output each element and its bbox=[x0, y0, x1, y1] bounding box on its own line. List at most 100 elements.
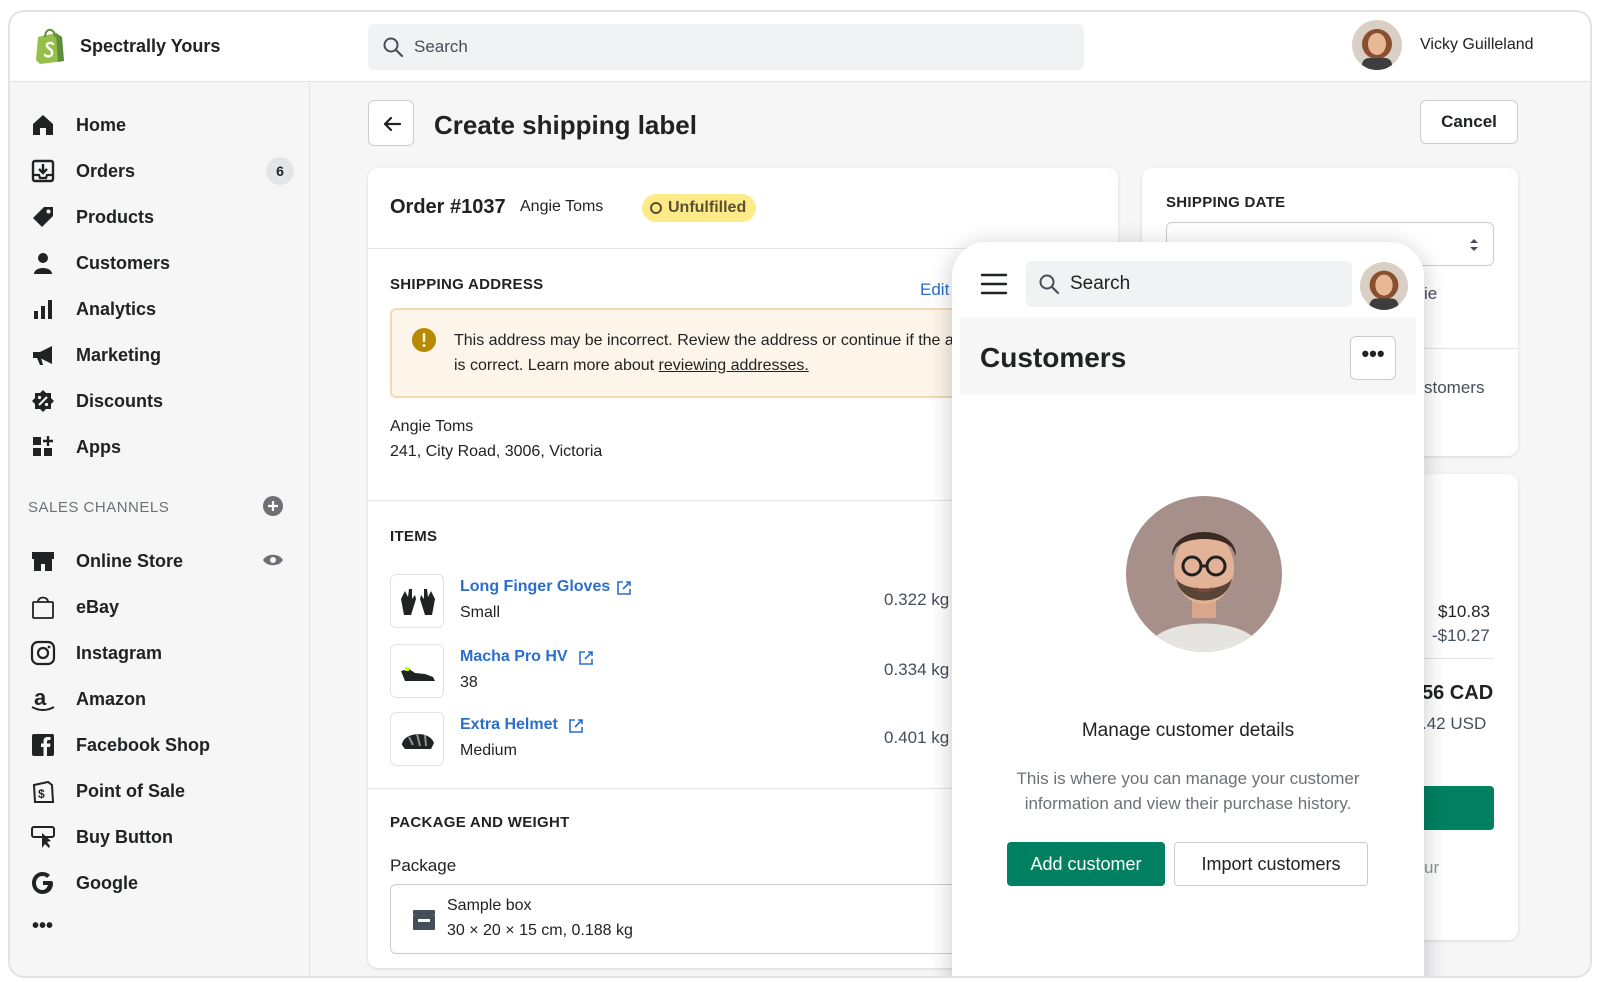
sidebar-item-label: Point of Sale bbox=[76, 781, 186, 801]
item-variant: Medium bbox=[460, 742, 517, 759]
sidebar-item-label: Orders bbox=[76, 161, 136, 181]
mobile-page-header: Customers ••• bbox=[960, 318, 1416, 394]
discount-value: -$10.27 bbox=[1432, 626, 1490, 645]
more-actions-button[interactable]: ••• bbox=[1350, 336, 1396, 380]
shopify-logo-icon[interactable] bbox=[34, 28, 66, 64]
search-placeholder: Search bbox=[1070, 273, 1131, 294]
external-link-icon[interactable] bbox=[568, 718, 584, 734]
status-badge-label: Unfulfilled bbox=[668, 199, 747, 216]
sidebar-item-label: Apps bbox=[76, 437, 121, 457]
sidebar-item-discounts[interactable]: Discounts bbox=[10, 381, 310, 421]
sidebar-item-customers[interactable]: Customers bbox=[10, 243, 310, 283]
customer-photo-image bbox=[1126, 496, 1282, 652]
item-weight: 0.322 kg bbox=[884, 590, 950, 609]
total-cad: 56 CAD bbox=[1422, 682, 1494, 704]
sidebar-item-google[interactable]: Google bbox=[10, 863, 310, 903]
price-value: $10.83 bbox=[1438, 602, 1490, 621]
status-dot-icon bbox=[650, 202, 662, 214]
search-input[interactable]: Search bbox=[368, 24, 1084, 70]
partial-text: stomers bbox=[1424, 378, 1485, 397]
megaphone-icon bbox=[33, 346, 52, 365]
sidebar-item-label: Discounts bbox=[76, 391, 164, 411]
sidebar-item-apps[interactable]: Apps bbox=[10, 427, 310, 467]
item-variant: Small bbox=[460, 604, 501, 621]
user-name[interactable]: Vicky Guilleland bbox=[1420, 36, 1534, 54]
sidebar-item-online-store[interactable]: Online Store bbox=[10, 541, 310, 581]
buy-button-icon bbox=[31, 826, 55, 848]
sidebar-item-products[interactable]: Products bbox=[10, 197, 310, 237]
sidebar-item-buy-button[interactable]: Buy Button bbox=[10, 817, 310, 857]
package-dimensions: 30 × 20 × 15 cm, 0.188 kg bbox=[447, 922, 633, 939]
empty-state-heading: Manage customer details bbox=[1081, 720, 1295, 741]
package-weight-header: PACKAGE AND WEIGHT bbox=[390, 814, 570, 831]
gloves-thumbnail bbox=[390, 574, 444, 628]
divider bbox=[1418, 658, 1494, 659]
sidebar-item-label: Google bbox=[76, 873, 138, 893]
page-title: Create shipping label bbox=[434, 110, 697, 140]
item-name-link[interactable]: Macha Pro HV bbox=[460, 648, 568, 666]
import-customers-button[interactable]: Import customers bbox=[1174, 842, 1368, 886]
reviewing-addresses-link[interactable]: reviewing addresses. bbox=[659, 357, 809, 374]
user-avatar[interactable] bbox=[1352, 20, 1402, 70]
sidebar-item-amazon[interactable]: a Amazon bbox=[10, 679, 310, 719]
sidebar-item-point-of-sale[interactable]: $ Point of Sale bbox=[10, 771, 310, 811]
arrow-left-icon bbox=[383, 116, 402, 132]
sidebar-item-facebook-shop[interactable]: Facebook Shop bbox=[10, 725, 310, 765]
user-avatar-image bbox=[1352, 20, 1402, 70]
status-badge: Unfulfilled bbox=[642, 194, 757, 222]
item-name-link[interactable]: Long Finger Gloves bbox=[460, 578, 610, 596]
warning-text: This address may be incorrect. Review th… bbox=[454, 328, 1014, 378]
helmet-image bbox=[402, 733, 434, 749]
store-name[interactable]: Spectrally Yours bbox=[80, 36, 220, 57]
helmet-thumbnail bbox=[390, 712, 444, 766]
svg-text:$: $ bbox=[38, 787, 45, 801]
mobile-page-title: Customers bbox=[980, 342, 1127, 373]
bar-chart-icon bbox=[34, 300, 52, 319]
sidebar-item-instagram[interactable]: Instagram bbox=[10, 633, 310, 673]
sidebar-item-ebay[interactable]: eBay bbox=[10, 587, 310, 627]
order-customer-name: Angie Toms bbox=[520, 198, 604, 215]
item-name-link[interactable]: Extra Helmet bbox=[460, 716, 558, 734]
sidebar-item-label: Products bbox=[76, 207, 155, 227]
sidebar-item-home[interactable]: Home bbox=[10, 105, 310, 145]
item-weight: 0.401 kg bbox=[884, 728, 950, 747]
gloves-image bbox=[401, 589, 435, 615]
more-icon: ••• bbox=[32, 915, 54, 937]
cancel-button[interactable]: Cancel bbox=[1420, 100, 1518, 144]
apps-icon bbox=[33, 436, 53, 456]
sidebar-item-label: Home bbox=[76, 115, 127, 135]
sidebar-more-button[interactable]: ••• bbox=[10, 909, 310, 949]
mobile-user-avatar[interactable] bbox=[1360, 262, 1408, 310]
shopping-bag-icon bbox=[32, 596, 54, 619]
search-icon bbox=[1039, 274, 1060, 295]
discount-icon bbox=[32, 390, 54, 412]
back-button[interactable] bbox=[368, 100, 414, 146]
add-channel-icon[interactable] bbox=[262, 495, 284, 517]
edit-address-link[interactable]: Edit bbox=[920, 280, 949, 300]
mobile-preview: Search Customers ••• Manage customer det… bbox=[952, 242, 1424, 976]
sidebar-item-label: Online Store bbox=[76, 551, 184, 571]
add-customer-button[interactable]: Add customer bbox=[1007, 842, 1165, 886]
search-icon bbox=[383, 37, 404, 58]
home-icon bbox=[33, 115, 53, 135]
hamburger-menu-icon[interactable] bbox=[980, 272, 1008, 296]
svg-text:a: a bbox=[34, 686, 47, 710]
sidebar-item-label: Marketing bbox=[76, 345, 162, 365]
facebook-icon bbox=[32, 734, 54, 757]
shipping-address-header: SHIPPING ADDRESS bbox=[390, 276, 544, 293]
sidebar-item-analytics[interactable]: Analytics bbox=[10, 289, 310, 329]
sidebar-item-orders[interactable]: Orders 6 bbox=[10, 151, 310, 191]
address-name: Angie Toms bbox=[390, 418, 474, 435]
mobile-search-input[interactable]: Search bbox=[1026, 261, 1352, 307]
google-icon bbox=[32, 872, 53, 894]
eye-icon[interactable] bbox=[262, 551, 284, 569]
sidebar-item-label: eBay bbox=[76, 597, 120, 617]
external-link-icon[interactable] bbox=[616, 580, 632, 596]
total-usd: .42 USD bbox=[1422, 714, 1487, 733]
sidebar-item-marketing[interactable]: Marketing bbox=[10, 335, 310, 375]
search-placeholder: Search bbox=[414, 37, 468, 56]
select-chevron-icon bbox=[1470, 239, 1478, 251]
external-link-icon[interactable] bbox=[578, 650, 594, 666]
orders-icon bbox=[31, 159, 55, 183]
sidebar: Home Orders 6 Products Customers Analyti… bbox=[10, 83, 310, 976]
